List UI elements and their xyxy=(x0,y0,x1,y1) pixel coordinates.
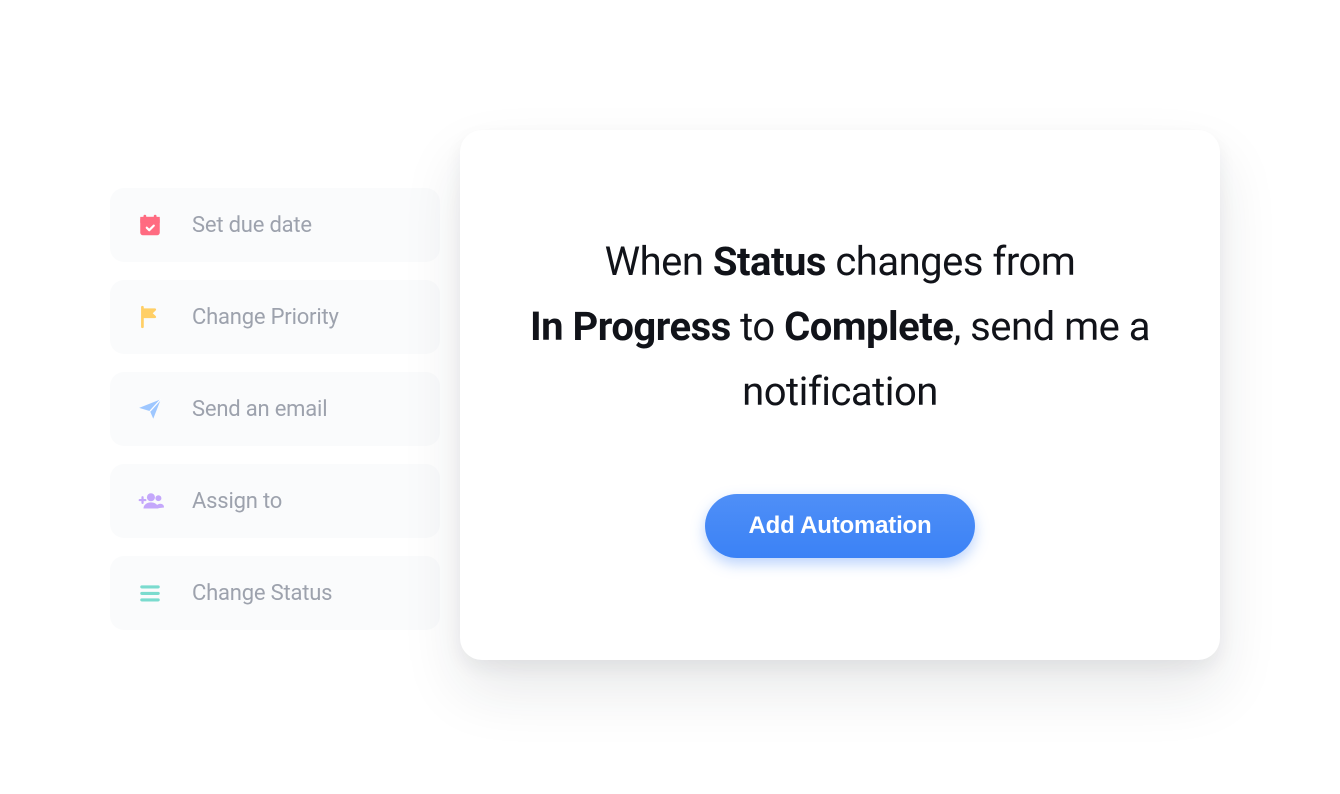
action-list: Set due date Change Priority Send an ema… xyxy=(110,188,440,630)
action-set-due-date[interactable]: Set due date xyxy=(110,188,440,262)
add-automation-button[interactable]: Add Automation xyxy=(705,494,976,558)
action-change-priority[interactable]: Change Priority xyxy=(110,280,440,354)
action-label: Change Status xyxy=(192,581,332,606)
list-icon xyxy=(136,579,164,607)
flag-icon xyxy=(136,303,164,331)
action-label: Assign to xyxy=(192,489,282,514)
action-label: Set due date xyxy=(192,213,312,238)
user-plus-icon xyxy=(136,487,164,515)
action-send-email[interactable]: Send an email xyxy=(110,372,440,446)
calendar-check-icon xyxy=(136,211,164,239)
automation-card: When Status changes from In Progress to … xyxy=(460,130,1220,660)
paper-plane-icon xyxy=(136,395,164,423)
sentence-status-from: In Progress xyxy=(530,303,731,350)
sentence-status-to: Complete xyxy=(784,303,953,350)
sentence-text: When xyxy=(605,238,713,285)
action-label: Change Priority xyxy=(192,305,339,330)
sentence-field-status: Status xyxy=(713,238,826,285)
sentence-text: to xyxy=(731,303,784,350)
sentence-text: changes from xyxy=(826,238,1075,285)
action-change-status[interactable]: Change Status xyxy=(110,556,440,630)
action-assign-to[interactable]: Assign to xyxy=(110,464,440,538)
automation-sentence: When Status changes from In Progress to … xyxy=(524,230,1156,424)
action-label: Send an email xyxy=(192,397,327,422)
